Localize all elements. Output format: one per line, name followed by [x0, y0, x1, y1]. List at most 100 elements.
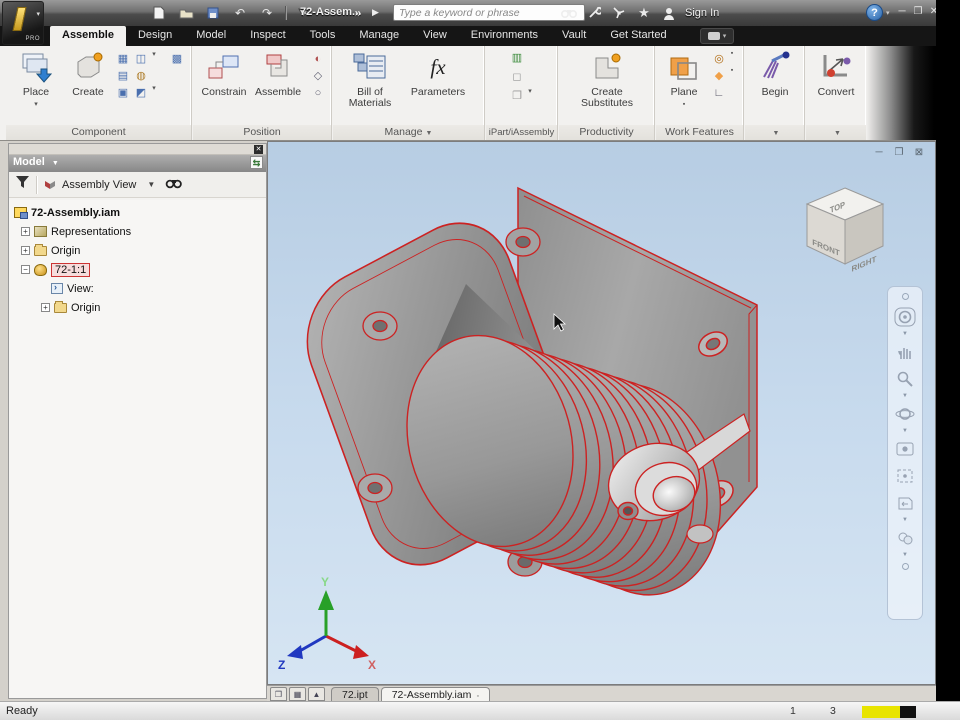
free-rotate-icon[interactable]: ○ [309, 84, 327, 101]
minimize-button[interactable]: ─ [896, 5, 908, 18]
group-label-work-features[interactable]: Work Features [656, 125, 743, 140]
group-label-position[interactable]: Position [193, 125, 331, 140]
view-mode-selector[interactable]: Assembly View ▼ [43, 179, 155, 191]
cascade-windows-button[interactable]: ❒ [270, 687, 287, 701]
bom-structure-icon[interactable]: ▩ [168, 50, 186, 67]
begin-button[interactable]: Begin [751, 49, 799, 98]
tab-design[interactable]: Design [126, 26, 184, 46]
expand-icon[interactable]: + [21, 246, 30, 255]
tree-item-view[interactable]: View: [9, 279, 266, 298]
expand-icon[interactable]: + [21, 227, 30, 236]
redo-button[interactable]: ↷ [258, 5, 276, 21]
favorites-star-icon[interactable]: ★ [635, 5, 653, 22]
tab-manage[interactable]: Manage [347, 26, 411, 46]
bill-of-materials-button[interactable]: Bill of Materials [341, 49, 399, 109]
panel-close-icon[interactable]: ✕ [254, 145, 263, 154]
doc-tab-72-assembly[interactable]: 72-Assembly.iam ▫ [380, 687, 490, 702]
create-substitutes-button[interactable]: Create Substitutes [569, 49, 645, 109]
wrench-icon[interactable] [585, 5, 603, 22]
plane-button[interactable]: Plane ▪ [660, 49, 708, 110]
replace-component-icon[interactable]: ▣ [114, 84, 132, 101]
screen-record-button[interactable]: ▾ [700, 28, 734, 44]
create-iassembly-icon[interactable]: ▥ [508, 49, 526, 66]
copy-component-icon[interactable]: ▤ [114, 67, 132, 84]
axis-icon[interactable]: ◎ [710, 50, 728, 67]
ucs-icon[interactable]: ∟ [710, 84, 728, 101]
point-icon[interactable]: ◆ [710, 67, 728, 84]
assembly-view-icon [45, 180, 55, 189]
chevron-down-icon[interactable]: ▪ [728, 50, 736, 67]
mirror-component-icon[interactable]: ◫ [132, 50, 150, 67]
help-dropdown-icon[interactable]: ▾ [886, 9, 890, 17]
document-title: 72-Assem... [300, 6, 362, 18]
tree-item-part-origin[interactable]: + Origin [9, 298, 266, 317]
constrain-button[interactable]: Constrain [197, 49, 251, 98]
maximize-button[interactable]: ❐ [912, 5, 924, 18]
assemble-icon [251, 49, 305, 85]
search-binoculars-icon[interactable] [560, 5, 578, 22]
chevron-down-icon[interactable]: ▪ [728, 67, 736, 84]
place-label: Place [22, 86, 50, 98]
help-button[interactable]: ? [866, 4, 883, 21]
save-button[interactable] [204, 5, 222, 21]
chevron-down-icon[interactable]: ▾ [150, 50, 158, 67]
parameters-button[interactable]: fx Parameters [405, 49, 471, 98]
edit-member-icon[interactable]: ❐ [508, 87, 526, 104]
undo-button[interactable]: ↶ [231, 5, 249, 21]
application-menu-button[interactable]: ▾ PRO [2, 1, 44, 45]
grip-snap-icon[interactable]: ◐ [309, 50, 327, 67]
panel-grip[interactable]: ✕ [9, 144, 266, 155]
create-button[interactable]: Create [64, 49, 112, 98]
expand-icon[interactable]: + [41, 303, 50, 312]
group-label-manage[interactable]: Manage ▼ [333, 125, 484, 140]
toolbar-separator [36, 175, 37, 194]
chevron-down-icon[interactable]: ▾ [150, 84, 158, 101]
tab-vault[interactable]: Vault [550, 26, 598, 46]
panel-header[interactable]: Model ▼ ⇆ [9, 155, 266, 172]
tree-item-origin[interactable]: + Origin [9, 241, 266, 260]
tab-tools[interactable]: Tools [298, 26, 348, 46]
user-icon[interactable] [660, 5, 678, 22]
group-label-begin[interactable]: ▼ [745, 125, 804, 140]
bom-label: Bill of Materials [348, 86, 392, 109]
group-label-ipart[interactable]: iPart/iAssembly [486, 125, 557, 140]
browser-search-button[interactable] [165, 176, 183, 194]
satellite-icon[interactable] [610, 5, 628, 22]
free-move-icon[interactable]: ◇ [309, 67, 327, 84]
group-label-convert[interactable]: ▼ [806, 125, 866, 140]
convert-button[interactable]: Convert [812, 49, 860, 98]
occurrence-count-2: 3 [830, 705, 836, 717]
doc-tab-72ipt[interactable]: 72.ipt [331, 687, 379, 702]
new-file-button[interactable] [150, 5, 168, 21]
panel-swap-icon[interactable]: ⇆ [250, 156, 263, 169]
make-layout-icon[interactable]: ◩ [132, 84, 150, 101]
assembly-3d-model[interactable]: X Z Y [268, 142, 937, 686]
tree-item-part-72[interactable]: − 72-1:1 [9, 260, 266, 279]
search-input[interactable] [393, 4, 585, 21]
chevron-down-icon[interactable]: ▾ [526, 87, 534, 104]
collapse-icon[interactable]: − [21, 265, 30, 274]
place-button[interactable]: Place ▾ [12, 49, 60, 110]
title-arrow-icon[interactable]: ▶ [372, 7, 379, 18]
tab-environments[interactable]: Environments [459, 26, 550, 46]
group-label-productivity[interactable]: Productivity [559, 125, 654, 140]
tab-assemble[interactable]: Assemble [50, 26, 126, 46]
shrinkwrap-icon[interactable]: ◍ [132, 67, 150, 84]
edit-factory-icon[interactable]: ◻ [508, 68, 526, 85]
graphics-viewport[interactable]: ─ ❐ ⊠ TOP FRONT RIGHT ▼ ▼ ▼ ▼ ▼ X Z Y [267, 141, 936, 685]
sign-in-button[interactable]: Sign In [685, 7, 719, 19]
assemble-button[interactable]: Assemble [251, 49, 305, 98]
tree-item-assembly-root[interactable]: 72-Assembly.iam [9, 203, 266, 222]
open-file-button[interactable] [177, 5, 195, 21]
app-window: ↶ ↷ ▾ » 72-Assem... ▶ ★ Sign In ? ▾ [0, 0, 960, 720]
expand-tabs-button[interactable]: ▲ [308, 687, 325, 701]
tab-get-started[interactable]: Get Started [598, 26, 678, 46]
tab-inspect[interactable]: Inspect [238, 26, 297, 46]
tab-model[interactable]: Model [184, 26, 238, 46]
pattern-component-icon[interactable]: ▦ [114, 50, 132, 67]
tab-view[interactable]: View [411, 26, 459, 46]
filter-button[interactable] [15, 175, 30, 194]
tree-item-representations[interactable]: + Representations [9, 222, 266, 241]
group-label-component[interactable]: Component [6, 125, 191, 140]
tile-windows-button[interactable]: ▦ [289, 687, 306, 701]
